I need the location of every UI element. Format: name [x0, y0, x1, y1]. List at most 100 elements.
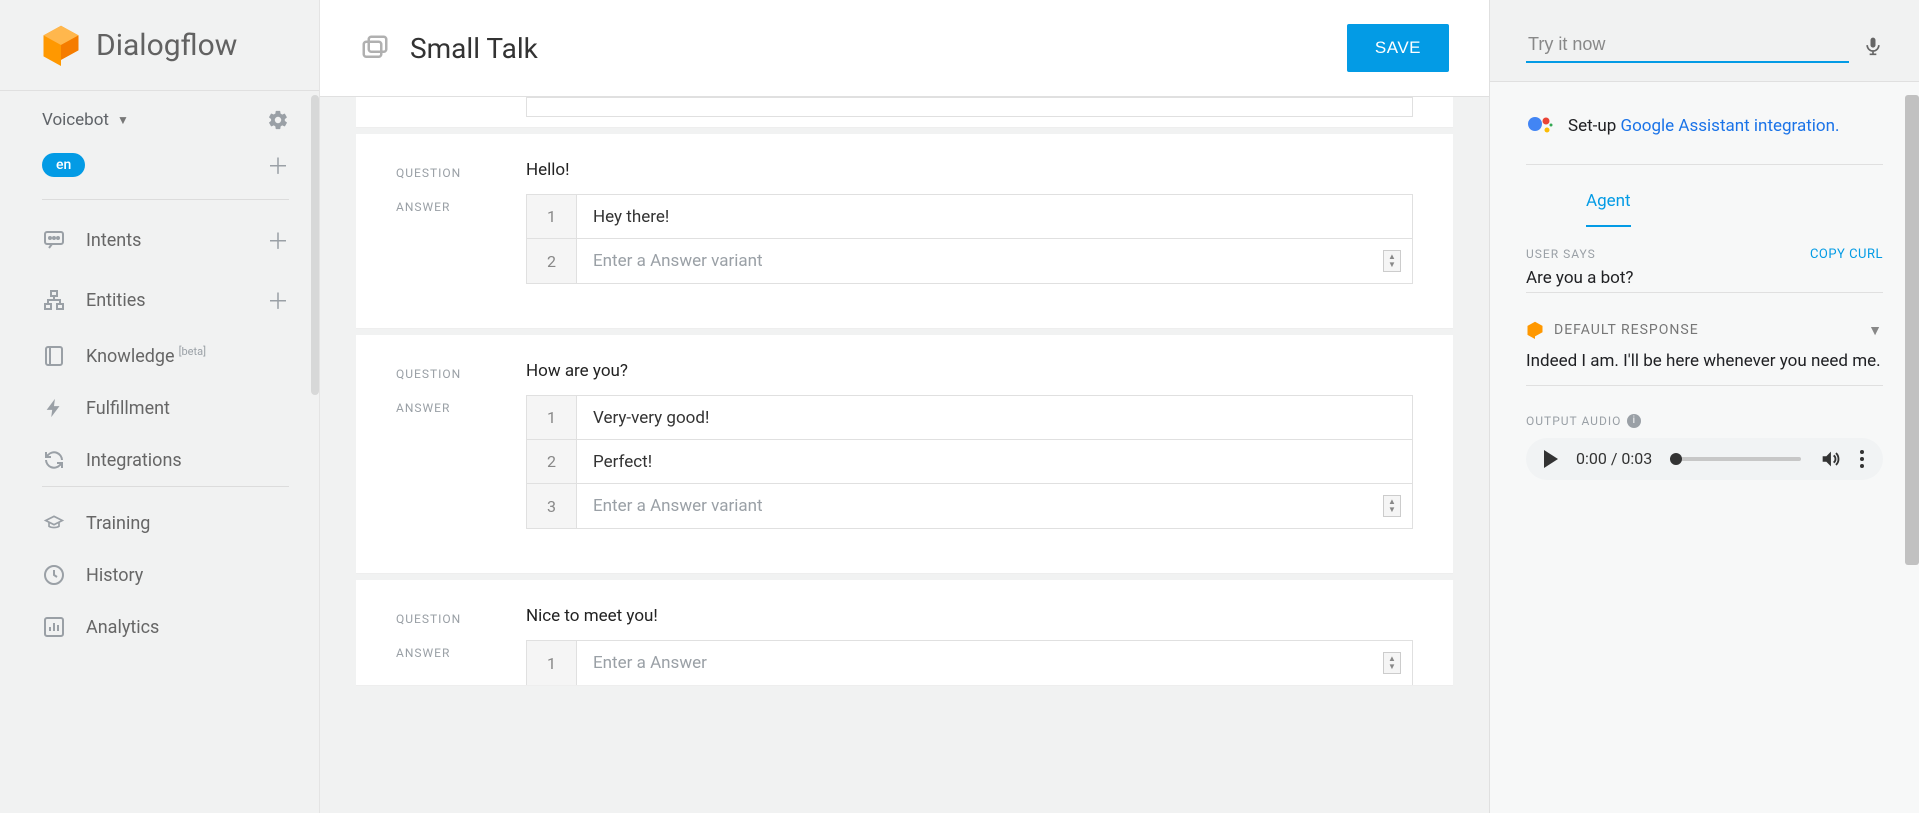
answer-placeholder[interactable]: Enter a Answer variant: [577, 484, 1372, 528]
answer-label: ANSWER: [396, 395, 496, 415]
microphone-icon[interactable]: [1863, 33, 1883, 59]
language-pill[interactable]: en: [42, 153, 85, 177]
audio-time: 0:00 / 0:03: [1576, 449, 1652, 468]
add-entity-button[interactable]: ＋: [267, 284, 289, 316]
agent-name: Voicebot: [42, 110, 109, 130]
nav-training[interactable]: Training: [0, 497, 319, 549]
hierarchy-icon: [42, 288, 66, 312]
nav-label: History: [86, 565, 289, 586]
language-row: en ＋: [0, 141, 319, 199]
output-audio-label: OUTPUT AUDIO i: [1526, 414, 1883, 428]
brand-name: Dialogflow: [96, 28, 237, 63]
tester-body: Set-up Google Assistant integration. Age…: [1490, 82, 1919, 500]
answer-row-new[interactable]: 3 Enter a Answer variant ▲▼: [527, 484, 1412, 528]
nav-label: Integrations: [86, 450, 289, 471]
page-title: Small Talk: [410, 32, 538, 65]
qa-card: QUESTION Hello! ANSWER 1 Hey there! 2 En…: [356, 134, 1453, 329]
dialogflow-logo-icon: [40, 24, 82, 66]
clock-icon: [42, 563, 66, 587]
question-text: Nice to meet you!: [526, 606, 658, 626]
answer-text[interactable]: Very-very good!: [577, 396, 1412, 439]
try-it-input[interactable]: [1526, 28, 1849, 63]
qa-card: QUESTION Nice to meet you! ANSWER 1 Ente…: [356, 580, 1453, 686]
answer-text[interactable]: Hey there!: [577, 195, 1412, 238]
divider: [42, 199, 289, 200]
answer-index: 1: [527, 396, 577, 439]
scrollbar[interactable]: [311, 95, 319, 395]
answer-label: ANSWER: [396, 640, 496, 660]
play-button[interactable]: [1544, 450, 1558, 468]
qa-card-partial: [356, 97, 1453, 128]
response-source[interactable]: DEFAULT RESPONSE ▼: [1526, 321, 1883, 339]
google-assistant-icon: [1526, 112, 1554, 140]
answer-index: 1: [527, 641, 577, 685]
nav-integrations[interactable]: Integrations: [0, 434, 319, 486]
nav-label: Intents: [86, 230, 247, 251]
chat-icon: [42, 228, 66, 252]
answer-row-new[interactable]: 1 Enter a Answer ▲▼: [527, 641, 1412, 685]
copy-curl-button[interactable]: COPY CURL: [1810, 247, 1883, 262]
main-header: Small Talk SAVE: [320, 0, 1489, 97]
nav-label: Training: [86, 513, 289, 534]
agent-selector[interactable]: Voicebot ▼: [0, 91, 319, 141]
answer-table: 1 Enter a Answer ▲▼: [526, 640, 1413, 685]
answer-label: ANSWER: [396, 194, 496, 214]
question-label: QUESTION: [396, 160, 496, 180]
bolt-icon: [42, 396, 66, 420]
add-language-button[interactable]: ＋: [267, 149, 289, 181]
agent-tab[interactable]: Agent: [1586, 177, 1631, 227]
tester-input-row: [1490, 0, 1919, 82]
kebab-icon[interactable]: [1859, 449, 1865, 469]
response-text: Indeed I am. I'll be here whenever you n…: [1526, 349, 1883, 386]
nav-label: Analytics: [86, 617, 289, 638]
nav-intents[interactable]: Intents ＋: [0, 210, 319, 270]
nav-knowledge[interactable]: Knowledge[beta]: [0, 330, 319, 382]
google-assistant-link[interactable]: Google Assistant integration.: [1621, 116, 1840, 136]
question-label: QUESTION: [396, 361, 496, 381]
qa-list: QUESTION Hello! ANSWER 1 Hey there! 2 En…: [320, 97, 1489, 813]
answer-placeholder[interactable]: Enter a Answer variant: [577, 239, 1372, 283]
tester-panel: Set-up Google Assistant integration. Age…: [1489, 0, 1919, 813]
answer-placeholder[interactable]: Enter a Answer: [577, 641, 1372, 685]
sidebar: Dialogflow Voicebot ▼ en ＋ Intents ＋ En: [0, 0, 320, 813]
audio-player: 0:00 / 0:03: [1526, 438, 1883, 480]
add-intent-button[interactable]: ＋: [267, 224, 289, 256]
nav-fulfillment[interactable]: Fulfillment: [0, 382, 319, 434]
question-text: Hello!: [526, 160, 570, 180]
answer-stepper[interactable]: ▲▼: [1372, 641, 1412, 685]
nav-entities[interactable]: Entities ＋: [0, 270, 319, 330]
answer-stepper[interactable]: ▲▼: [1372, 484, 1412, 528]
gear-icon[interactable]: [267, 109, 289, 131]
sync-icon: [42, 448, 66, 472]
answer-row[interactable]: 1 Very-very good!: [527, 396, 1412, 440]
user-says-text: Are you a bot?: [1526, 268, 1883, 293]
volume-icon[interactable]: [1819, 448, 1841, 470]
answer-index: 2: [527, 239, 577, 283]
nav-label: Entities: [86, 290, 247, 311]
answer-row-new[interactable]: 2 Enter a Answer variant ▲▼: [527, 239, 1412, 283]
question-label: QUESTION: [396, 606, 496, 626]
answer-index: 2: [527, 440, 577, 483]
nav-history[interactable]: History: [0, 549, 319, 601]
question-text: How are you?: [526, 361, 628, 381]
info-icon[interactable]: i: [1627, 414, 1641, 428]
qa-card: QUESTION How are you? ANSWER 1 Very-very…: [356, 335, 1453, 574]
answer-table-edge: [526, 97, 1413, 117]
answer-row[interactable]: 2 Perfect!: [527, 440, 1412, 484]
chevron-down-icon: ▼: [1868, 322, 1883, 339]
smalltalk-icon: [360, 33, 390, 63]
main: Small Talk SAVE QUESTION Hello! ANSWER 1: [320, 0, 1489, 813]
nav-analytics[interactable]: Analytics: [0, 601, 319, 653]
save-button[interactable]: SAVE: [1347, 24, 1449, 72]
answer-table: 1 Very-very good! 2 Perfect! 3 Enter a A…: [526, 395, 1413, 529]
answer-stepper[interactable]: ▲▼: [1372, 239, 1412, 283]
divider: [42, 486, 289, 487]
book-icon: [42, 344, 66, 368]
answer-index: 1: [527, 195, 577, 238]
answer-text[interactable]: Perfect!: [577, 440, 1412, 483]
audio-scrubber[interactable]: [1670, 457, 1801, 461]
answer-table: 1 Hey there! 2 Enter a Answer variant ▲▼: [526, 194, 1413, 284]
chevron-down-icon: ▼: [117, 113, 129, 127]
answer-row[interactable]: 1 Hey there!: [527, 195, 1412, 239]
graduation-cap-icon: [42, 511, 66, 535]
